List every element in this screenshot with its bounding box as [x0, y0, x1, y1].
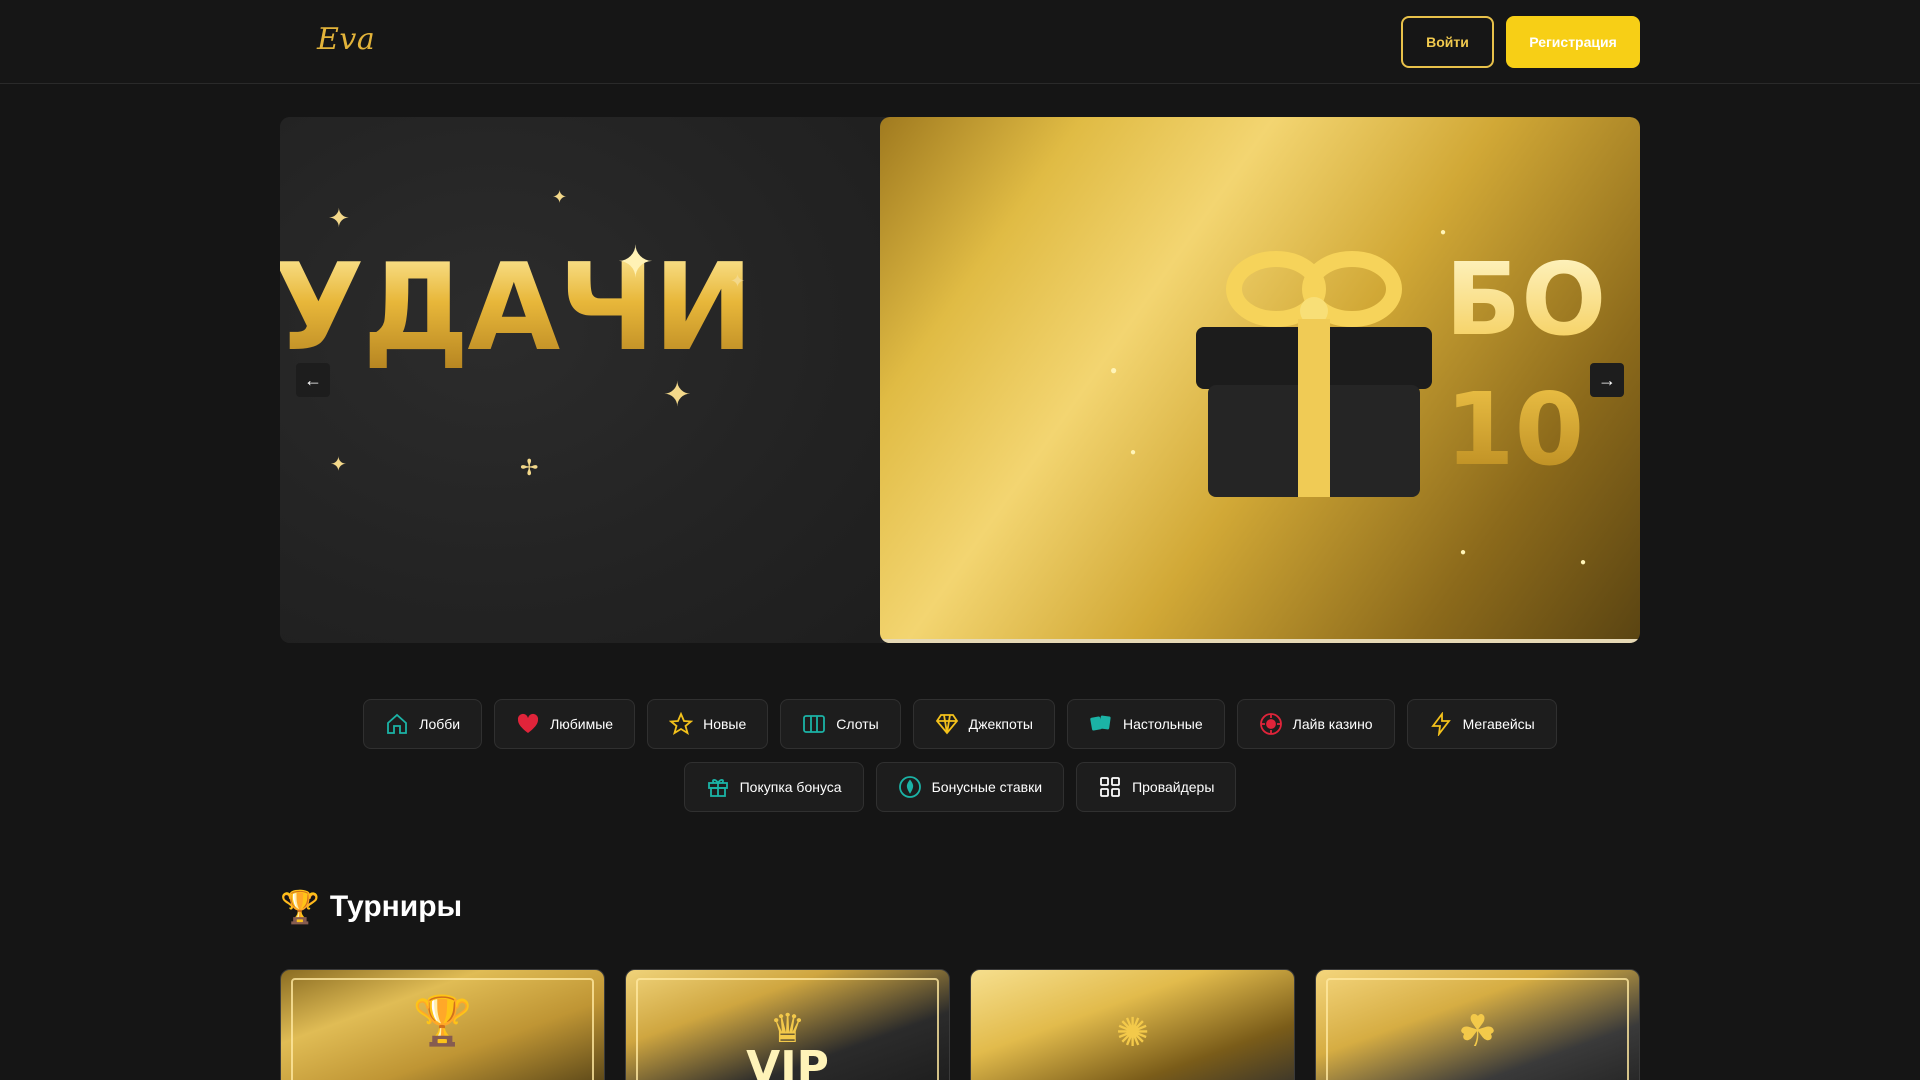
category-jackpots[interactable]: Джекпоты [912, 699, 1055, 749]
category-providers[interactable]: Провайдеры [1076, 762, 1237, 812]
slide-bonus-title: БО 10 [1445, 241, 1607, 488]
carousel-prev-button[interactable]: ← [296, 363, 330, 397]
sparkle-icon: ● [1130, 447, 1137, 458]
cup-fireworks-icon: ✺ [1115, 1011, 1150, 1055]
tournament-card[interactable]: 🏆 [280, 969, 605, 1080]
category-label: Лобби [419, 716, 461, 732]
category-row: Лобби Любимые Новые Слоты Джекпоты Насто… [0, 699, 1920, 749]
heart-icon [517, 713, 539, 733]
category-label: Мегавейсы [1462, 716, 1535, 732]
category-new[interactable]: Новые [647, 699, 769, 749]
category-lobby[interactable]: Лобби [363, 699, 483, 749]
tournament-card[interactable]: ♛ VIP [625, 969, 950, 1080]
slide-luck-title: УДАЧИ [280, 239, 754, 378]
coin-icon [898, 776, 921, 798]
category-label: Бонусные ставки [931, 779, 1043, 795]
chip-icon [1259, 713, 1282, 735]
diamond-icon [935, 714, 958, 735]
promo-carousel[interactable]: УДАЧИ ✦ ✦ ✦ ✦ ✦ ✦ ✢ БО 10 ● ● ● ● ● ← → [280, 117, 1640, 643]
sparkle-icon: ✦ [330, 454, 347, 476]
gift-box-icon [1196, 251, 1432, 497]
carousel-slide-luck[interactable]: УДАЧИ ✦ ✦ ✦ ✦ ✦ ✦ ✢ [280, 117, 880, 643]
category-label: Провайдеры [1132, 779, 1215, 795]
site-header: Eva Войти Регистрация [0, 0, 1920, 84]
vip-label: VIP [746, 1042, 829, 1080]
category-label: Покупка бонуса [739, 779, 842, 795]
category-label: Любимые [550, 716, 614, 732]
category-favorites[interactable]: Любимые [494, 699, 636, 749]
carousel-next-button[interactable]: → [1590, 363, 1624, 397]
sparkle-icon: ● [1440, 227, 1447, 238]
sparkle-icon: ✢ [520, 455, 539, 480]
carousel-slide-bonus[interactable]: БО 10 ● ● ● ● ● [880, 117, 1640, 643]
sparkle-icon: ✦ [328, 203, 350, 233]
clover-icon: ☘ [1457, 1007, 1498, 1056]
sparkle-icon: ✦ [663, 376, 692, 414]
tournament-list: 🏆 ♛ VIP ✺ ☘ [280, 969, 1640, 1080]
category-nav: Лобби Любимые Новые Слоты Джекпоты Насто… [0, 699, 1920, 825]
category-table-games[interactable]: Настольные [1066, 699, 1225, 749]
category-label: Слоты [836, 716, 879, 732]
home-icon [387, 713, 408, 734]
category-label: Новые [703, 716, 747, 732]
category-label: Настольные [1122, 716, 1203, 732]
grid-icon [1100, 777, 1120, 797]
sparkle-icon: ✦ [617, 238, 654, 287]
sparkle-icon: ✦ [552, 187, 568, 207]
category-label: Джекпоты [968, 716, 1033, 732]
lightning-icon [1430, 712, 1451, 736]
tournament-card[interactable]: ☘ [1315, 969, 1640, 1080]
cards-icon [1090, 715, 1111, 731]
arrow-left-icon: ← [304, 369, 322, 390]
category-slots[interactable]: Слоты [780, 699, 901, 749]
tournaments-title: Турниры [329, 890, 463, 923]
register-button[interactable]: Регистрация [1506, 16, 1640, 68]
trophy-icon: 🏆 [412, 995, 473, 1048]
category-bonus-bets[interactable]: Бонусные ставки [875, 762, 1065, 812]
star-icon [669, 712, 694, 735]
arrow-right-icon: → [1598, 369, 1616, 390]
trophy-icon: 🏆 [280, 889, 320, 925]
category-row: Покупка бонуса Бонусные ставки Провайдер… [0, 762, 1920, 812]
gift-icon [707, 779, 728, 797]
category-megaways[interactable]: Мегавейсы [1406, 699, 1557, 749]
site-logo[interactable]: Eva [317, 22, 375, 57]
category-bonus-buy[interactable]: Покупка бонуса [683, 762, 864, 812]
slots-icon [803, 715, 826, 733]
tournament-card[interactable]: ✺ [970, 969, 1295, 1080]
category-live-casino[interactable]: Лайв казино [1236, 699, 1395, 749]
sparkle-icon: ✦ [730, 271, 746, 291]
login-button[interactable]: Войти [1401, 16, 1494, 68]
sparkle-icon: ● [1110, 363, 1118, 377]
tournaments-heading: 🏆 Турниры [280, 888, 462, 926]
sparkle-icon: ● [1580, 557, 1587, 568]
sparkle-icon: ● [1460, 547, 1467, 558]
category-label: Лайв казино [1292, 716, 1373, 732]
